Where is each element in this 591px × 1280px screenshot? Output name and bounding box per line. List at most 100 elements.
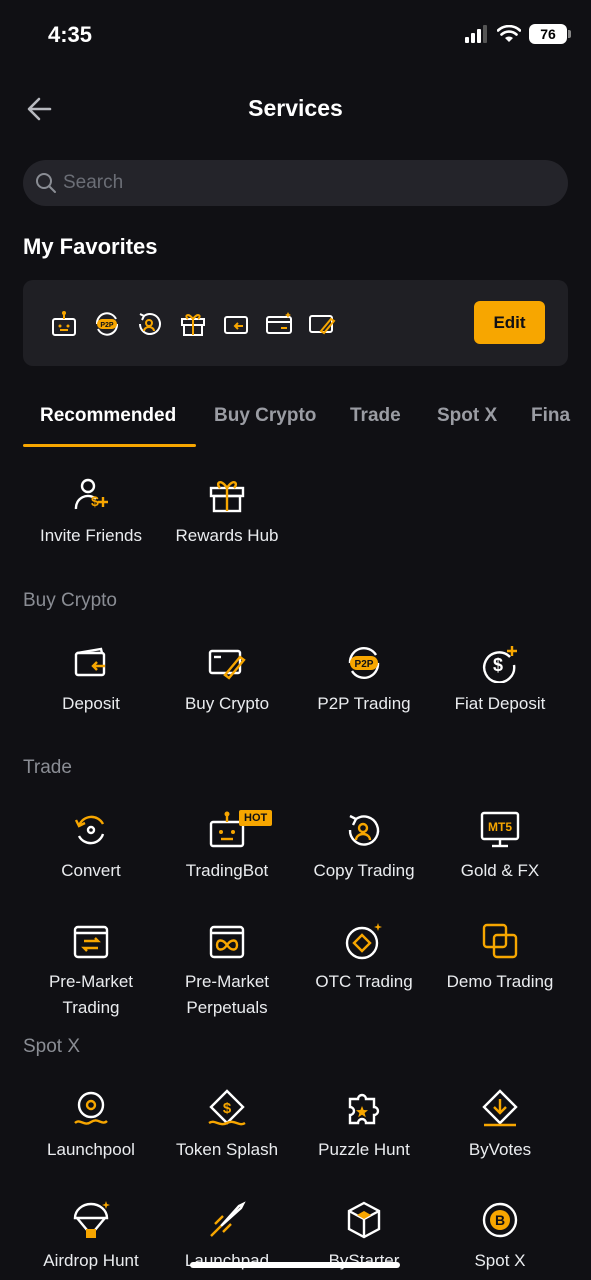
launchpad-icon <box>210 1201 246 1237</box>
service-pre-market-perpetuals[interactable]: Pre-Market Perpetuals <box>159 921 295 1021</box>
service-token-splash[interactable]: $ Token Splash <box>159 1089 295 1163</box>
service-label: Pre-Market Perpetuals <box>184 972 270 1017</box>
service-tradingbot[interactable]: HOT TradingBot <box>159 810 295 884</box>
service-label: Launchpool <box>47 1140 135 1159</box>
service-label: Airdrop Hunt <box>43 1251 139 1270</box>
service-label: Invite Friends <box>39 526 143 545</box>
hot-badge: HOT <box>239 810 273 826</box>
service-label: TradingBot <box>185 861 269 880</box>
pre-market-perpetuals-icon <box>209 925 245 959</box>
service-airdrop-hunt[interactable]: Airdrop Hunt <box>23 1200 159 1274</box>
section-title-trade: Trade <box>23 757 72 778</box>
status-time: 4:35 <box>48 22 93 47</box>
spot-x-icon: B <box>482 1202 518 1238</box>
service-label: Convert <box>61 861 121 880</box>
status-bar: 4:35 76 <box>0 0 591 70</box>
launchpool-icon <box>74 1091 108 1125</box>
p2p-icon: P2P <box>348 647 380 679</box>
tradingbot-icon[interactable] <box>49 309 79 339</box>
gift-icon[interactable] <box>178 309 208 339</box>
token-splash-icon: $ <box>208 1089 246 1126</box>
service-invite-friends[interactable]: $ Invite Friends <box>23 475 159 549</box>
home-indicator[interactable] <box>190 1262 400 1268</box>
service-label: P2P Trading <box>317 694 411 713</box>
mt5-icon: MT5 <box>480 811 520 848</box>
service-puzzle-hunt[interactable]: Puzzle Hunt <box>296 1089 432 1163</box>
service-p2p-trading[interactable]: P2P P2P Trading <box>296 643 432 717</box>
gift-icon <box>209 481 245 513</box>
service-rewards-hub[interactable]: Rewards Hub <box>159 475 295 549</box>
service-label: Buy Crypto <box>184 694 270 713</box>
service-launchpool[interactable]: Launchpool <box>23 1089 159 1163</box>
service-deposit[interactable]: Deposit <box>23 643 159 717</box>
svg-text:P2P: P2P <box>100 322 114 329</box>
page-title: Services <box>248 95 343 121</box>
service-spot-x[interactable]: B Spot X <box>432 1200 568 1274</box>
convert-icon <box>74 815 105 845</box>
puzzle-icon <box>348 1093 380 1125</box>
service-label: Spot X <box>474 1251 526 1270</box>
tab-recommended[interactable]: Recommended <box>40 405 176 427</box>
svg-text:B: B <box>495 1212 505 1228</box>
category-tabs: Recommended Buy Crypto Trade Spot X Fina <box>0 400 591 448</box>
service-label: OTC Trading <box>315 972 413 991</box>
invite-friends-icon: $ <box>74 478 108 510</box>
signal-icon <box>465 25 487 43</box>
service-label: Gold & FX <box>460 861 540 880</box>
otc-trading-icon <box>345 923 382 960</box>
tab-finance[interactable]: Fina <box>531 405 570 427</box>
service-label: Puzzle Hunt <box>318 1140 410 1159</box>
p2p-icon[interactable]: P2P <box>92 309 122 339</box>
svg-text:$: $ <box>493 655 503 675</box>
service-copy-trading[interactable]: Copy Trading <box>296 810 432 884</box>
tab-spot-x[interactable]: Spot X <box>437 405 497 427</box>
service-label: Demo Trading <box>446 972 554 991</box>
service-label: Fiat Deposit <box>454 694 546 713</box>
svg-text:$: $ <box>223 1100 232 1117</box>
search-bar[interactable] <box>23 160 568 206</box>
deposit-icon[interactable] <box>221 309 251 339</box>
search-icon <box>36 173 56 193</box>
service-label: Pre-Market Trading <box>48 972 134 1017</box>
pre-market-trading-icon <box>73 925 109 959</box>
service-label: Copy Trading <box>313 861 415 880</box>
byvotes-icon <box>482 1089 518 1127</box>
buy-crypto-icon[interactable] <box>307 309 337 339</box>
airdrop-icon <box>73 1201 110 1238</box>
service-label: Rewards Hub <box>175 526 279 545</box>
service-gold-fx[interactable]: MT5 Gold & FX <box>432 810 568 884</box>
edit-button[interactable]: Edit <box>474 301 545 344</box>
favorites-panel: P2P Edit <box>23 280 568 366</box>
service-otc-trading[interactable]: OTC Trading <box>296 921 432 995</box>
service-pre-market-trading[interactable]: Pre-Market Trading <box>23 921 159 1021</box>
tab-trade[interactable]: Trade <box>350 405 401 427</box>
service-label: Token Splash <box>175 1140 279 1159</box>
bystarter-icon <box>347 1201 381 1239</box>
service-buy-crypto[interactable]: Buy Crypto <box>159 643 295 717</box>
active-tab-indicator <box>23 444 196 447</box>
svg-text:$: $ <box>91 493 99 509</box>
service-label: ByStarter <box>328 1251 400 1270</box>
card-icon[interactable] <box>264 309 294 339</box>
header: Services <box>0 85 591 133</box>
search-input[interactable] <box>63 160 553 206</box>
service-demo-trading[interactable]: Demo Trading <box>432 921 568 995</box>
service-label: Deposit <box>62 694 120 713</box>
service-convert[interactable]: Convert <box>23 810 159 884</box>
copy-trading-icon[interactable] <box>135 309 165 339</box>
section-title-buy-crypto: Buy Crypto <box>23 590 117 611</box>
tab-buy-crypto[interactable]: Buy Crypto <box>214 405 316 427</box>
service-label: ByVotes <box>468 1140 532 1159</box>
demo-trading-icon <box>482 923 518 959</box>
buy-crypto-icon <box>208 649 246 680</box>
section-title-spot-x: Spot X <box>23 1036 81 1057</box>
fiat-deposit-icon: $ <box>483 646 517 683</box>
copy-trading-icon <box>348 814 380 846</box>
service-fiat-deposit[interactable]: $ Fiat Deposit <box>432 643 568 717</box>
favorites-title: My Favorites <box>23 234 158 259</box>
svg-text:MT5: MT5 <box>488 820 512 834</box>
service-byvotes[interactable]: ByVotes <box>432 1089 568 1163</box>
svg-text:P2P: P2P <box>355 659 374 670</box>
deposit-icon <box>74 647 106 677</box>
battery-indicator: 76 <box>529 24 571 44</box>
